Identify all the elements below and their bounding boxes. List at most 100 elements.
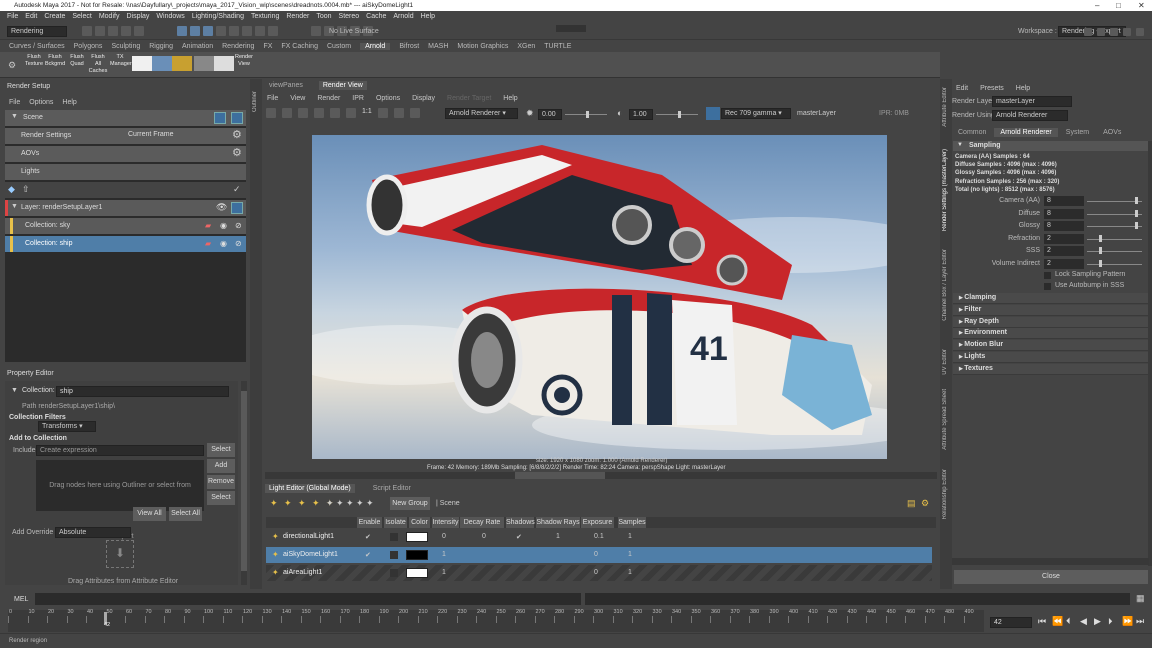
shelf-button-bckgrnd[interactable]: Flush Bckgrnd: [45, 54, 65, 69]
light-intensity-value[interactable]: 0: [442, 533, 446, 540]
menu-stereo[interactable]: Stereo: [339, 13, 360, 20]
toggle-tool-icon[interactable]: [1097, 28, 1105, 36]
select-expression-button[interactable]: Select: [207, 443, 235, 457]
light-rays-value[interactable]: 1: [556, 533, 560, 540]
field-slider-handle[interactable]: [1134, 209, 1138, 217]
field-slider-handle[interactable]: [1134, 222, 1138, 229]
remove-image-icon[interactable]: [330, 108, 340, 118]
rv-menu-view[interactable]: View: [290, 95, 305, 102]
save-scene-icon[interactable]: [108, 26, 118, 36]
toggle-channel-icon[interactable]: [1123, 28, 1131, 36]
color-management-icon[interactable]: [706, 107, 720, 120]
import-icon[interactable]: ⇧: [22, 184, 30, 195]
add-button[interactable]: Add: [207, 459, 235, 473]
play-forward-icon[interactable]: ▶: [1094, 616, 1101, 627]
mel-input[interactable]: [35, 593, 581, 605]
select-members-button[interactable]: Select: [207, 491, 235, 505]
isolate-checkbox[interactable]: [390, 551, 398, 559]
real-size-icon[interactable]: 1:1: [362, 108, 376, 118]
play-backward-icon[interactable]: ◀: [1080, 616, 1087, 627]
exposure-slider-handle[interactable]: [586, 111, 589, 118]
color-swatch[interactable]: [406, 568, 428, 578]
checkbox-use-autobump-in-sss[interactable]: [1044, 283, 1051, 290]
shelf-settings-icon[interactable]: ⚙: [8, 60, 16, 71]
exposure-icon[interactable]: ✹: [526, 108, 534, 119]
step-back-key-icon[interactable]: ⏪: [1052, 616, 1063, 627]
directional-light-icon[interactable]: ✦: [298, 498, 306, 509]
rv-menu-render-target[interactable]: Render Target: [447, 95, 491, 102]
shelf-button-texture[interactable]: Flush Texture: [24, 54, 44, 69]
section-textures[interactable]: ▶ Textures: [953, 363, 1149, 375]
shelf-tab-xgen[interactable]: XGen: [517, 43, 535, 50]
menu-toon[interactable]: Toon: [316, 13, 331, 20]
gamma-slider-handle[interactable]: [678, 111, 681, 118]
photometric-icon[interactable]: ✦: [356, 498, 364, 509]
attr-scrollbar[interactable]: [1148, 141, 1152, 566]
le-tab-0[interactable]: Light Editor (Global Mode): [265, 484, 355, 493]
menu-set-dropdown[interactable]: Rendering: [7, 26, 67, 37]
toggle-modeling-icon[interactable]: [1084, 28, 1092, 36]
light-folder-icon[interactable]: ▤: [907, 498, 916, 509]
light-row-aiarealight1[interactable]: [266, 565, 932, 581]
gamma-slider[interactable]: [656, 114, 698, 115]
enable-checkbox[interactable]: ✔: [365, 533, 371, 541]
exposure-field[interactable]: 0.00: [538, 109, 562, 120]
gamma-icon[interactable]: ◐: [617, 108, 622, 118]
renderer-dropdown[interactable]: Arnold Renderer ▾: [445, 108, 518, 119]
close-button[interactable]: Close: [954, 570, 1148, 584]
ambient-light-icon[interactable]: ✦: [312, 498, 320, 509]
shelf-button-icon-[interactable]: [194, 56, 214, 71]
property-scrollbar[interactable]: [241, 381, 247, 585]
section-environment[interactable]: ▶ Environment: [953, 328, 1149, 340]
menu-cache[interactable]: Cache: [366, 13, 386, 20]
collection-enable-icon[interactable]: ⊘: [235, 239, 242, 248]
display-rgb-icon[interactable]: [394, 108, 404, 118]
field-slider[interactable]: [1087, 251, 1142, 252]
fit-frame-icon[interactable]: [378, 108, 388, 118]
section-motion-blur[interactable]: ▶ Motion Blur: [953, 340, 1149, 352]
shelf-tab-fx[interactable]: FX: [263, 43, 272, 50]
rs-menu-file[interactable]: File: [9, 99, 20, 106]
shelf-button-icon-[interactable]: [214, 56, 234, 71]
select-all-button[interactable]: Select All: [169, 507, 202, 521]
include-expression-field[interactable]: Create expression: [36, 445, 204, 456]
shelf-tab-arnold[interactable]: Arnold: [360, 43, 391, 50]
field-value-refraction[interactable]: 2: [1044, 233, 1084, 244]
color-swatch[interactable]: [406, 550, 428, 560]
rv-menu-render[interactable]: Render: [317, 95, 340, 102]
shelf-tab-bifrost[interactable]: Bifrost: [399, 43, 419, 50]
go-to-end-icon[interactable]: ⏭: [1136, 616, 1144, 627]
menu-arnold[interactable]: Arnold: [393, 13, 413, 20]
new-scene-icon[interactable]: [82, 26, 92, 36]
small-field[interactable]: [556, 25, 586, 32]
menu-lightingshading[interactable]: Lighting/Shading: [192, 13, 244, 20]
field-value-glossy[interactable]: 8: [1044, 221, 1084, 231]
sampling-section-header[interactable]: Sampling: [953, 141, 1149, 151]
side-tab-uv-editor[interactable]: UV Editor: [942, 349, 948, 375]
attr-hscrollbar[interactable]: [952, 558, 1149, 565]
snap-surface-icon[interactable]: [268, 26, 278, 36]
rs-menu-options[interactable]: Options: [29, 99, 53, 106]
script-editor-icon[interactable]: ▦: [1136, 593, 1145, 604]
collapse-icon[interactable]: ▼: [11, 387, 18, 394]
override-dropdown[interactable]: Absolute: [55, 527, 131, 538]
layer-visibility-icon[interactable]: 👁: [216, 202, 227, 213]
menu-windows[interactable]: Windows: [156, 13, 184, 20]
render-using-dropdown[interactable]: Arnold Renderer: [992, 110, 1068, 121]
collection-name-field[interactable]: ship: [56, 386, 229, 397]
mel-label[interactable]: MEL: [14, 596, 28, 603]
collection-enable-icon[interactable]: ⊘: [235, 221, 242, 230]
light-exposure-value[interactable]: 0: [594, 551, 598, 558]
select-object-icon[interactable]: [190, 26, 200, 36]
select-component-icon[interactable]: [203, 26, 213, 36]
outliner-tab[interactable]: Outliner: [252, 91, 258, 112]
field-slider-handle[interactable]: [1099, 234, 1103, 242]
collection-isolate-icon[interactable]: ◉: [220, 239, 227, 248]
checklist-icon[interactable]: ✓: [233, 184, 241, 195]
field-value-sss[interactable]: 2: [1044, 246, 1084, 256]
shelf-button-icon-[interactable]: [132, 56, 152, 71]
remove-button[interactable]: Remove: [207, 475, 235, 489]
rv-menu-help[interactable]: Help: [503, 95, 517, 102]
side-tab-attribute-editor[interactable]: Attribute Editor: [942, 87, 948, 127]
field-slider-handle[interactable]: [1099, 247, 1103, 254]
